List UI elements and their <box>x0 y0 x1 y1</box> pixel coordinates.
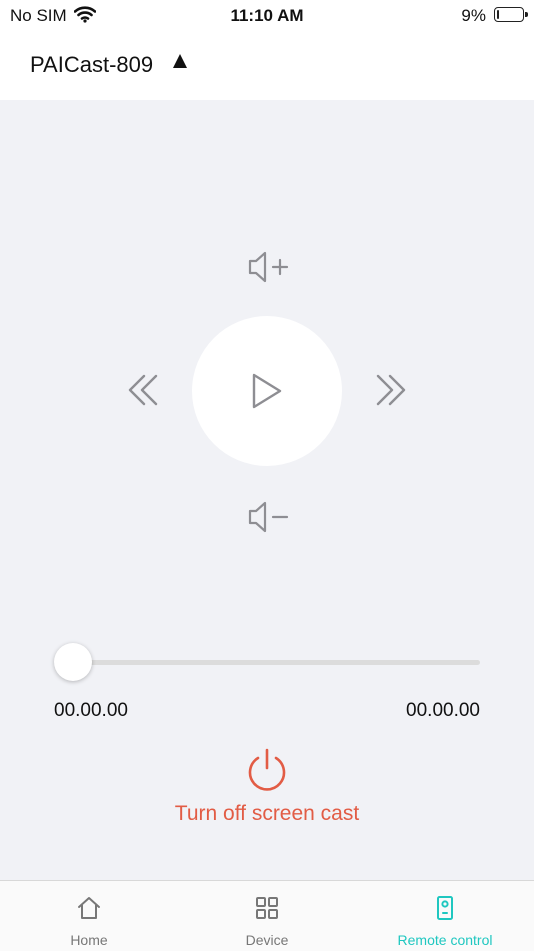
volume-up-button[interactable] <box>240 243 300 291</box>
status-bar: No SIM 11:10 AM 9% <box>0 0 534 32</box>
tab-device-label: Device <box>245 932 289 948</box>
fast-forward-button[interactable] <box>366 366 414 414</box>
play-button[interactable] <box>192 316 342 466</box>
slider-track[interactable] <box>54 660 480 665</box>
header: PAICast-809 <box>0 32 534 100</box>
remote-icon <box>437 896 453 920</box>
slider-thumb[interactable] <box>54 643 92 681</box>
tab-remote-control-label: Remote control <box>397 932 493 948</box>
tab-remote-control[interactable]: Remote control <box>356 881 534 951</box>
volume-down-icon <box>248 501 289 533</box>
rewind-icon <box>128 374 158 406</box>
fast-forward-icon <box>376 374 406 406</box>
current-time: 00.00.00 <box>54 700 128 721</box>
remote-control-panel: 00.00.00 00.00.00 Turn off screen cast <box>0 100 534 880</box>
volume-up-icon <box>248 251 289 283</box>
clock: 11:10 AM <box>230 6 304 25</box>
turn-off-cast-label[interactable]: Turn off screen cast <box>0 802 534 826</box>
play-icon <box>252 373 282 409</box>
power-button[interactable] <box>242 746 292 796</box>
grid-icon <box>256 897 278 919</box>
volume-down-button[interactable] <box>240 493 300 541</box>
tab-home[interactable]: Home <box>0 881 178 951</box>
progress-slider[interactable] <box>54 643 480 681</box>
tab-bar: Home Device Remote control <box>0 880 534 951</box>
total-time: 00.00.00 <box>406 700 480 721</box>
battery-percent: 9% <box>461 6 486 25</box>
tab-device[interactable]: Device <box>178 881 356 951</box>
battery-fill <box>496 9 499 19</box>
tab-home-label: Home <box>70 932 108 948</box>
battery-icon <box>494 7 528 22</box>
triangle-up-icon[interactable] <box>173 54 187 68</box>
device-name[interactable]: PAICast-809 <box>30 52 153 78</box>
power-icon <box>248 748 286 791</box>
home-icon <box>78 897 100 919</box>
rewind-button[interactable] <box>120 366 168 414</box>
